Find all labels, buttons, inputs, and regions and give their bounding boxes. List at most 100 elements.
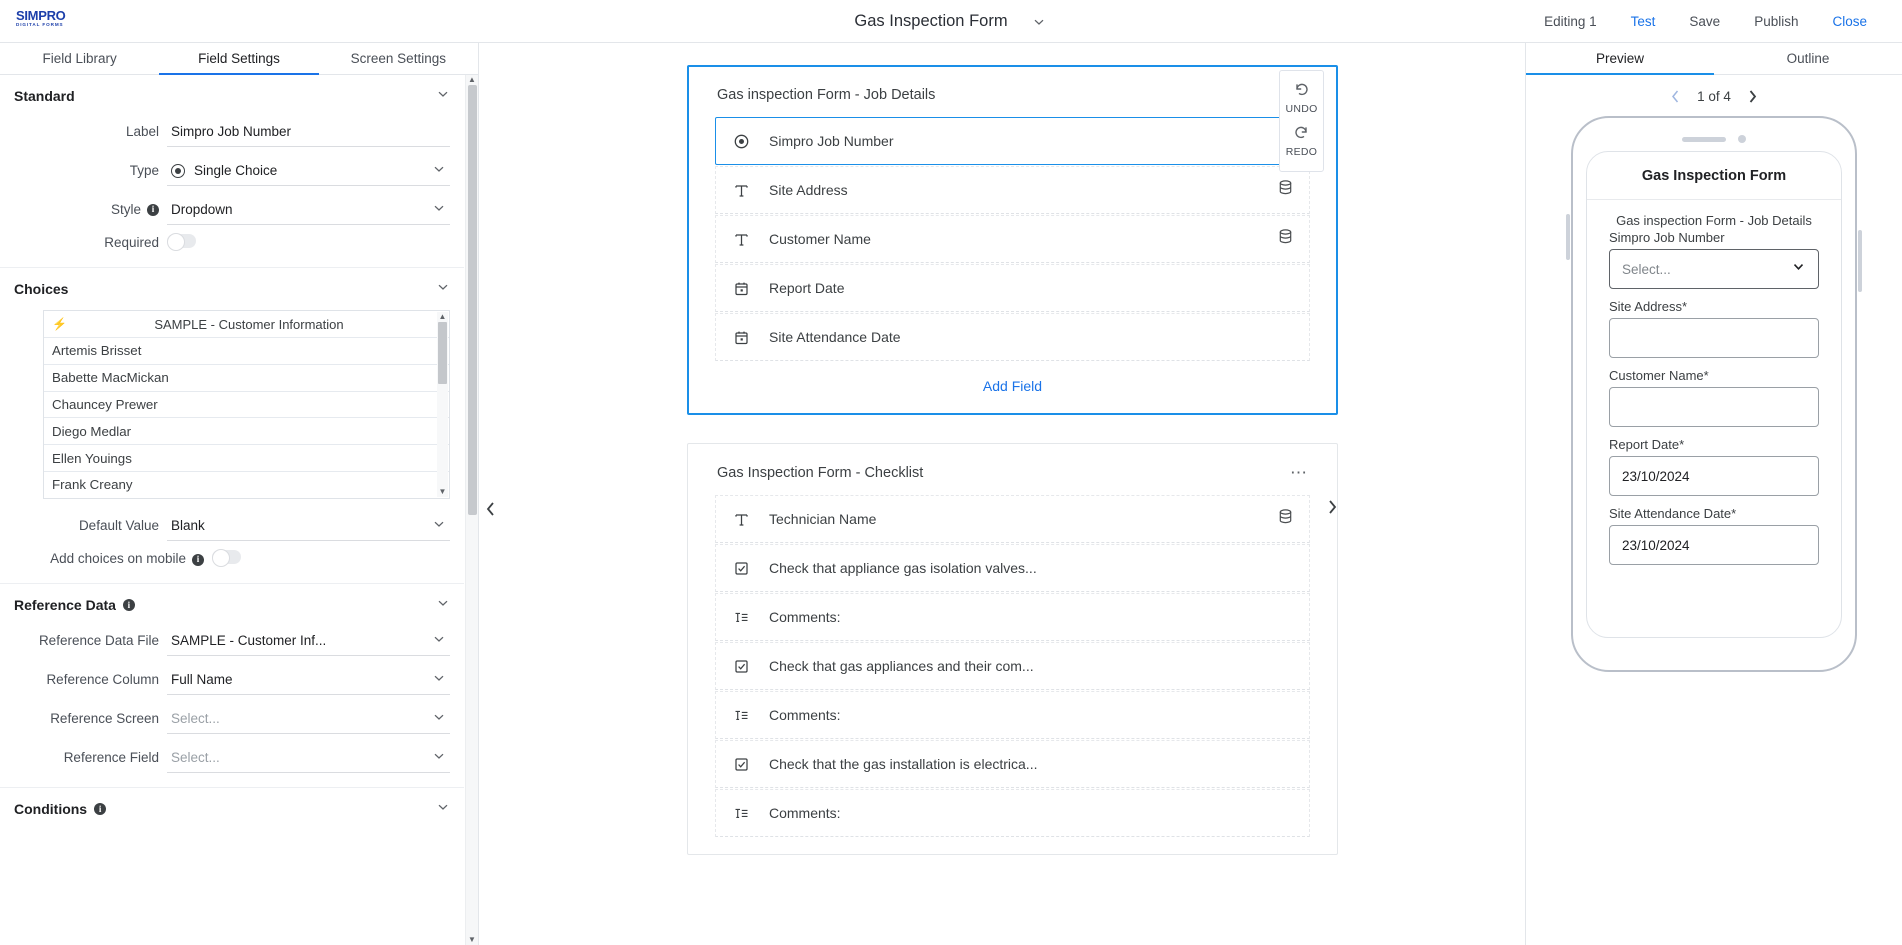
required-toggle[interactable] [167, 233, 196, 251]
chevron-down-icon [432, 517, 446, 534]
list-item[interactable]: Diego Medlar [44, 418, 449, 446]
scroll-down-icon[interactable]: ▼ [439, 487, 447, 497]
left-panel-scroll-thumb[interactable] [467, 85, 477, 515]
chevron-down-icon [432, 162, 446, 179]
database-icon[interactable] [1278, 179, 1293, 201]
tab-screen-settings[interactable]: Screen Settings [319, 43, 478, 74]
redo-button[interactable]: REDO [1280, 120, 1323, 163]
field-row-report-date[interactable]: Report Date [715, 264, 1310, 312]
field-row-customer-name[interactable]: Customer Name [715, 215, 1310, 263]
reference-screen-label: Reference Screen [50, 710, 159, 726]
info-icon[interactable]: i [192, 553, 204, 566]
list-item[interactable]: Ellen Youings [44, 445, 449, 472]
info-icon[interactable]: i [147, 204, 159, 216]
field-row-comments-2[interactable]: Comments: [715, 691, 1310, 739]
section-conditions-header[interactable]: Conditions i [14, 788, 450, 830]
preview-label-customer-name: Customer Name* [1609, 368, 1709, 383]
form-section-card[interactable]: Gas inspection Form - Job Details ⋯ Simp… [687, 65, 1338, 415]
info-icon[interactable]: i [94, 803, 107, 815]
scroll-up-icon[interactable]: ▲ [439, 312, 447, 322]
save-button[interactable]: Save [1672, 8, 1737, 35]
form-section-card[interactable]: Gas Inspection Form - Checklist ⋯ Techni… [687, 443, 1338, 855]
chevron-down-icon[interactable] [1030, 13, 1048, 31]
chevron-down-icon[interactable] [436, 596, 450, 615]
tab-outline[interactable]: Outline [1714, 43, 1902, 74]
collapse-right-panel-handle[interactable] [1323, 485, 1341, 529]
history-controls: UNDO REDO [1279, 70, 1324, 172]
label-input[interactable]: Simpro Job Number [167, 117, 450, 147]
tab-field-library[interactable]: Field Library [0, 43, 159, 74]
section-choices-header[interactable]: Choices [14, 268, 450, 310]
left-panel-scrollbar[interactable]: ▲ ▼ [465, 75, 478, 945]
section-reference-data-header[interactable]: Reference Data i [14, 584, 450, 626]
chevron-down-icon[interactable] [436, 280, 450, 299]
next-page-icon[interactable] [1747, 89, 1758, 104]
chevron-down-icon[interactable] [436, 87, 450, 106]
section-standard-title: Standard [14, 88, 75, 104]
chevron-down-icon [432, 749, 446, 766]
field-type-row: Type Single Choice [14, 156, 450, 186]
reference-data-file-select[interactable]: SAMPLE - Customer Inf... [167, 626, 450, 656]
preview-input-report-date[interactable]: 23/10/2024 [1609, 456, 1819, 496]
publish-button[interactable]: Publish [1737, 8, 1815, 35]
choices-list[interactable]: Artemis Brisset Babette MacMickan Chaunc… [44, 338, 449, 498]
field-row-simpro-job-number[interactable]: Simpro Job Number [715, 117, 1310, 165]
list-item[interactable]: Frank Creany [44, 472, 449, 498]
field-row-checkbox-3[interactable]: Check that the gas installation is elect… [715, 740, 1310, 788]
preview-input-customer-name[interactable] [1609, 387, 1819, 427]
tab-field-settings[interactable]: Field Settings [159, 43, 319, 75]
type-select[interactable]: Single Choice [167, 156, 450, 186]
default-value-select[interactable]: Blank [167, 511, 450, 541]
close-button[interactable]: Close [1815, 8, 1884, 35]
list-item[interactable]: Chauncey Prewer [44, 392, 449, 419]
undo-label: UNDO [1285, 103, 1318, 115]
field-row-site-attendance-date[interactable]: Site Attendance Date [715, 313, 1310, 361]
field-row-checkbox-1[interactable]: Check that appliance gas isolation valve… [715, 544, 1310, 592]
reference-field-select[interactable]: Select... [167, 743, 450, 773]
app-root: SIMPRO DIGITAL FORMS Gas Inspection Form… [0, 0, 1902, 945]
card-more-options-icon[interactable]: ⋯ [1290, 464, 1308, 481]
add-choices-mobile-toggle[interactable] [212, 549, 241, 567]
info-icon[interactable]: i [122, 599, 135, 611]
add-field-button[interactable]: Add Field [715, 361, 1310, 397]
form-canvas-inner: Gas inspection Form - Job Details ⋯ Simp… [500, 43, 1525, 855]
reference-data-file-value: SAMPLE - Customer Inf... [171, 633, 327, 648]
scroll-down-icon[interactable]: ▼ [468, 935, 476, 945]
style-label-text: Style [110, 201, 141, 217]
database-icon[interactable] [1278, 508, 1293, 530]
section-reference-data: Reference Data i Reference Data File SAM… [0, 584, 464, 788]
list-item[interactable]: Artemis Brisset [44, 338, 449, 365]
field-row-comments-1[interactable]: Comments: [715, 593, 1310, 641]
camera-dot [1738, 135, 1746, 143]
field-row-technician-name[interactable]: Technician Name [715, 495, 1310, 543]
field-row-checkbox-2[interactable]: Check that gas appliances and their com.… [715, 642, 1310, 690]
undo-button[interactable]: UNDO [1280, 77, 1323, 120]
reference-column-select[interactable]: Full Name [167, 665, 450, 695]
tab-preview[interactable]: Preview [1526, 43, 1714, 75]
preview-select-value: Select... [1622, 261, 1671, 277]
chevron-down-icon[interactable] [436, 800, 450, 819]
field-row-comments-3[interactable]: Comments: [715, 789, 1310, 837]
preview-input-site-attendance-date[interactable]: 23/10/2024 [1609, 525, 1819, 565]
style-select[interactable]: Dropdown [167, 195, 450, 225]
reference-field-row: Reference Field Select... [14, 743, 450, 773]
choices-scroll-thumb[interactable] [438, 322, 447, 384]
text-icon [732, 512, 750, 527]
choices-scrollbar[interactable]: ▲ ▼ [437, 312, 448, 497]
preview-input-site-address[interactable] [1609, 318, 1819, 358]
conditions-title-text: Conditions [14, 801, 88, 817]
collapse-left-panel-handle[interactable] [481, 487, 499, 531]
chevron-down-icon [432, 201, 446, 218]
section-standard-header[interactable]: Standard [14, 75, 450, 117]
reference-screen-select[interactable]: Select... [167, 704, 450, 734]
scroll-up-icon[interactable]: ▲ [468, 75, 476, 85]
field-row-site-address[interactable]: Site Address [715, 166, 1310, 214]
test-button[interactable]: Test [1614, 8, 1673, 35]
preview-select-simpro-job-number[interactable]: Select... [1609, 249, 1819, 289]
left-panel-tabs: Field Library Field Settings Screen Sett… [0, 43, 478, 75]
label-field-label: Label [125, 123, 159, 139]
database-icon[interactable] [1278, 228, 1293, 250]
right-panel-tabs: Preview Outline [1526, 43, 1902, 75]
previous-page-icon[interactable] [1670, 89, 1681, 104]
list-item[interactable]: Babette MacMickan [44, 365, 449, 392]
